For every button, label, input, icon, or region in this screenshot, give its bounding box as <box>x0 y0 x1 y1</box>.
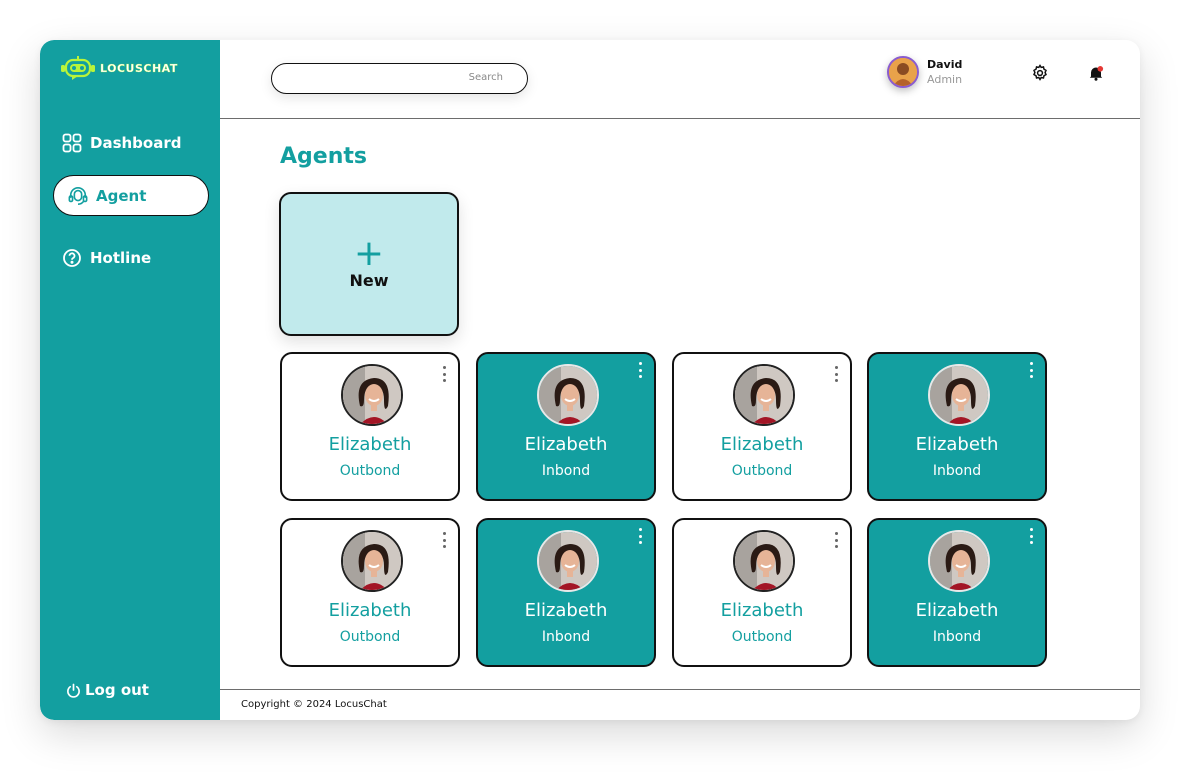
sidebar-item-label: Dashboard <box>90 134 182 152</box>
more-options-icon[interactable] <box>1027 362 1035 378</box>
sidebar-item-dashboard[interactable]: Dashboard <box>62 133 181 153</box>
agent-type: Inbond <box>932 629 982 645</box>
agent-type: Inbond <box>541 463 591 479</box>
robot-logo-icon <box>61 56 95 80</box>
new-agent-label: New <box>349 270 389 290</box>
more-options-icon[interactable] <box>832 366 840 382</box>
agent-name: Elizabeth <box>720 434 804 455</box>
agent-type: Outbond <box>339 463 401 479</box>
top-bar: Search David Admin <box>220 40 1140 119</box>
agent-card[interactable]: Elizabeth Outbond <box>672 518 852 667</box>
new-agent-button[interactable]: + New <box>279 192 459 336</box>
avatar <box>887 56 919 88</box>
agent-type: Outbond <box>339 629 401 645</box>
headset-icon <box>68 186 88 206</box>
agent-type: Inbond <box>541 629 591 645</box>
agent-name: Elizabeth <box>524 434 608 455</box>
sidebar-item-agent[interactable]: Agent <box>53 175 209 216</box>
main-content: Agents + New Elizabeth Outbond Elizabeth In… <box>220 120 1140 690</box>
search-input[interactable]: Search <box>271 63 528 94</box>
agent-photo <box>341 364 403 426</box>
sidebar-item-hotline[interactable]: Hotline <box>62 248 151 268</box>
grid-icon <box>62 133 82 153</box>
agent-name: Elizabeth <box>524 600 608 621</box>
search-placeholder: Search <box>468 72 503 83</box>
agent-type: Outbond <box>731 629 793 645</box>
page-title: Agents <box>280 144 367 169</box>
sidebar-item-label: Hotline <box>90 249 152 267</box>
agent-card[interactable]: Elizabeth Inbond <box>867 352 1047 501</box>
agent-photo <box>537 364 599 426</box>
agent-type: Outbond <box>731 463 793 479</box>
agent-card[interactable]: Elizabeth Inbond <box>476 352 656 501</box>
agent-type: Inbond <box>932 463 982 479</box>
agent-card[interactable]: Elizabeth Outbond <box>672 352 852 501</box>
agent-card[interactable]: Elizabeth Inbond <box>867 518 1047 667</box>
more-options-icon[interactable] <box>636 362 644 378</box>
power-icon <box>65 680 81 700</box>
agent-card[interactable]: Elizabeth Outbond <box>280 518 460 667</box>
logout-button[interactable]: Log out <box>65 680 149 700</box>
copyright-text: Copyright © 2024 LocusChat <box>241 699 387 710</box>
agent-photo <box>537 530 599 592</box>
agent-photo <box>733 364 795 426</box>
plus-icon: + <box>353 232 385 274</box>
app-logo[interactable]: LOCUSCHAT <box>60 54 178 82</box>
agent-name: Elizabeth <box>915 434 999 455</box>
question-circle-icon <box>62 248 82 268</box>
agent-name: Elizabeth <box>915 600 999 621</box>
bell-icon[interactable] <box>1087 64 1105 82</box>
user-role: Admin <box>927 73 963 86</box>
agent-name: Elizabeth <box>328 600 412 621</box>
sidebar: LOCUSCHAT Dashboard Agent Hotline Log ou… <box>40 40 220 720</box>
logout-label: Log out <box>85 681 149 699</box>
gear-icon[interactable] <box>1031 64 1049 82</box>
agent-name: Elizabeth <box>328 434 412 455</box>
footer: Copyright © 2024 LocusChat <box>220 689 1140 720</box>
more-options-icon[interactable] <box>832 532 840 548</box>
agent-card[interactable]: Elizabeth Inbond <box>476 518 656 667</box>
user-profile[interactable]: David Admin <box>887 56 962 88</box>
app-window: LOCUSCHAT Dashboard Agent Hotline Log ou… <box>40 40 1140 720</box>
agent-name: Elizabeth <box>720 600 804 621</box>
agent-photo <box>928 530 990 592</box>
more-options-icon[interactable] <box>440 532 448 548</box>
agent-photo <box>341 530 403 592</box>
more-options-icon[interactable] <box>636 528 644 544</box>
agent-card[interactable]: Elizabeth Outbond <box>280 352 460 501</box>
sidebar-item-label: Agent <box>96 186 147 205</box>
agent-photo <box>928 364 990 426</box>
more-options-icon[interactable] <box>1027 528 1035 544</box>
app-logo-text: LOCUSCHAT <box>100 61 178 75</box>
agent-photo <box>733 530 795 592</box>
more-options-icon[interactable] <box>440 366 448 382</box>
user-name: David <box>927 58 963 71</box>
